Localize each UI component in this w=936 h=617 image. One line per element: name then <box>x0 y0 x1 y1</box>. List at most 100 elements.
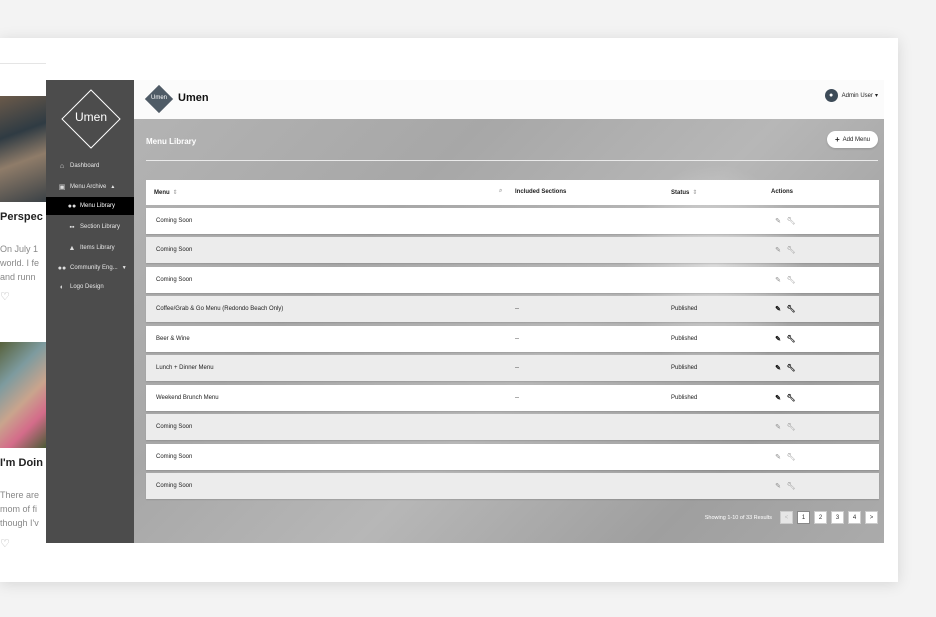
prev-page-button[interactable]: < <box>780 511 793 524</box>
wrench-icon[interactable]: 🔧︎ <box>786 275 796 285</box>
post-title-1[interactable]: Perspec <box>0 211 43 223</box>
column-header-status[interactable]: Status ⇕ <box>671 189 697 196</box>
status: Published <box>671 336 698 342</box>
wrench-icon[interactable]: 🔧︎ <box>786 363 796 373</box>
edit-icon[interactable]: ✎ <box>773 216 783 226</box>
sidebar-item-items-library[interactable]: ▲ Items Library <box>46 239 134 257</box>
page-button-2[interactable]: 2 <box>814 511 827 524</box>
sidebar-item-menu-archive[interactable]: ▣ Menu Archive ▲ <box>46 178 134 196</box>
status: Published <box>671 306 698 312</box>
search-icon[interactable]: ⌕ <box>499 188 502 195</box>
wrench-icon[interactable]: 🔧︎ <box>786 422 796 432</box>
table-row[interactable]: Beer & Wine -- Published ✎ 🔧︎ <box>146 326 879 352</box>
sidebar-item-label: Items Library <box>80 245 115 251</box>
app-window: Umen ⌂ Dashboard ▣ Menu Archive ▲ ●● Men… <box>46 80 884 543</box>
row-actions: ✎ 🔧︎ <box>773 216 799 226</box>
sort-icon[interactable]: ⇕ <box>173 190 178 196</box>
wrench-icon[interactable]: 🔧︎ <box>786 334 796 344</box>
edit-icon[interactable]: ✎ <box>773 422 783 432</box>
menu-name[interactable]: Coffee/Grab & Go Menu (Redondo Beach Onl… <box>156 306 283 312</box>
table-row[interactable]: Coming Soon ✎ 🔧︎ <box>146 473 879 499</box>
table-row[interactable]: Coming Soon ✎ 🔧︎ <box>146 414 879 440</box>
add-menu-button[interactable]: + Add Menu <box>826 131 878 148</box>
post-excerpt-1: On July 1 world. I fe and runn <box>0 244 40 282</box>
included-sections: -- <box>515 336 519 342</box>
menu-name[interactable]: Coming Soon <box>156 483 192 489</box>
edit-icon[interactable]: ✎ <box>773 393 783 403</box>
sidebar-item-menu-library[interactable]: ●● Menu Library <box>46 197 134 215</box>
sidebar-item-logo-design[interactable]: ◐ Logo Design <box>46 278 134 296</box>
column-header-label: Status <box>671 190 690 196</box>
chevron-down-icon: ▾ <box>874 93 878 99</box>
pagination: Showing 1-10 of 33 Results < 1 2 3 4 > <box>705 511 878 524</box>
wrench-icon[interactable]: 🔧︎ <box>786 216 796 226</box>
wrench-icon[interactable]: 🔧︎ <box>786 245 796 255</box>
table-row[interactable]: Coming Soon ✎ 🔧︎ <box>146 267 879 293</box>
menu-name[interactable]: Coming Soon <box>156 247 192 253</box>
heart-icon[interactable]: ♡ <box>0 290 10 303</box>
included-sections: -- <box>515 395 519 401</box>
menu-name[interactable]: Weekend Brunch Menu <box>156 395 219 401</box>
row-actions: ✎ 🔧︎ <box>773 481 799 491</box>
sidebar-item-section-library[interactable]: ▪▪ Section Library <box>46 218 134 236</box>
row-actions: ✎ 🔧︎ <box>773 422 799 432</box>
edit-icon[interactable]: ✎ <box>773 304 783 314</box>
column-header-included-sections: Included Sections <box>515 189 566 195</box>
table-row[interactable]: Weekend Brunch Menu -- Published ✎ 🔧︎ <box>146 385 879 411</box>
table-row[interactable]: Lunch + Dinner Menu -- Published ✎ 🔧︎ <box>146 355 879 381</box>
wrench-icon[interactable]: 🔧︎ <box>786 304 796 314</box>
menu-name[interactable]: Coming Soon <box>156 424 192 430</box>
table-row[interactable]: Coming Soon ✎ 🔧︎ <box>146 208 879 234</box>
row-actions: ✎ 🔧︎ <box>773 245 799 255</box>
column-header-label: Included Sections <box>515 189 567 195</box>
edit-icon[interactable]: ✎ <box>773 363 783 373</box>
user-name: Admin User <box>841 92 873 99</box>
post-image-1[interactable] <box>0 96 46 202</box>
heart-icon[interactable]: ♡ <box>0 537 10 550</box>
table-row[interactable]: Coffee/Grab & Go Menu (Redondo Beach Onl… <box>146 296 879 322</box>
row-actions: ✎ 🔧︎ <box>773 334 799 344</box>
post-title-2[interactable]: I'm Doin <box>0 457 43 469</box>
edit-icon[interactable]: ✎ <box>773 334 783 344</box>
sidebar-logo[interactable]: Umen <box>60 88 122 150</box>
sidebar-item-dashboard[interactable]: ⌂ Dashboard <box>46 157 134 175</box>
sidebar-item-community-engagement[interactable]: ●● Community Eng... ▼ <box>46 259 134 277</box>
divider <box>146 160 878 161</box>
next-page-button[interactable]: > <box>865 511 878 524</box>
wrench-icon[interactable]: 🔧︎ <box>786 393 796 403</box>
sort-icon[interactable]: ⇕ <box>692 190 697 196</box>
brand-name: Umen <box>178 92 209 104</box>
column-header-label: Menu <box>154 190 170 196</box>
page-button-3[interactable]: 3 <box>831 511 844 524</box>
sidebar: Umen ⌂ Dashboard ▣ Menu Archive ▲ ●● Men… <box>46 80 134 543</box>
main-content: Menu Library + Add Menu Menu ⇕ ⌕ Included… <box>134 119 884 543</box>
sidebar-item-label: Menu Archive <box>70 184 107 190</box>
boxes-icon: ▪▪ <box>69 223 75 231</box>
home-icon: ⌂ <box>59 162 65 170</box>
page-title: Menu Library <box>146 137 197 146</box>
table-row[interactable]: Coming Soon ✎ 🔧︎ <box>146 237 879 263</box>
user-menu[interactable]: ● Admin User ▾ <box>824 89 878 102</box>
edit-icon[interactable]: ✎ <box>773 245 783 255</box>
menu-name[interactable]: Coming Soon <box>156 454 192 460</box>
sidebar-item-label: Logo Design <box>70 284 104 290</box>
column-header-menu[interactable]: Menu ⇕ <box>154 189 178 196</box>
edit-icon[interactable]: ✎ <box>773 481 783 491</box>
wrench-icon[interactable]: 🔧︎ <box>786 452 796 462</box>
wrench-icon[interactable]: 🔧︎ <box>786 481 796 491</box>
column-header-actions: Actions <box>771 189 793 195</box>
logo-text: Umen <box>74 110 107 124</box>
edit-icon[interactable]: ✎ <box>773 275 783 285</box>
table-row[interactable]: Coming Soon ✎ 🔧︎ <box>146 444 879 470</box>
edit-icon[interactable]: ✎ <box>773 452 783 462</box>
page-button-1[interactable]: 1 <box>797 511 810 524</box>
shapes-icon: ▲ <box>68 244 76 252</box>
menu-name[interactable]: Lunch + Dinner Menu <box>156 365 214 371</box>
menu-name[interactable]: Coming Soon <box>156 277 192 283</box>
menu-name[interactable]: Coming Soon <box>156 218 192 224</box>
brand-logo[interactable]: Umen <box>144 84 174 114</box>
sidebar-item-label: Community Eng... <box>70 265 118 271</box>
page-button-4[interactable]: 4 <box>848 511 861 524</box>
post-image-2[interactable] <box>0 342 46 448</box>
menu-name[interactable]: Beer & Wine <box>156 336 190 342</box>
